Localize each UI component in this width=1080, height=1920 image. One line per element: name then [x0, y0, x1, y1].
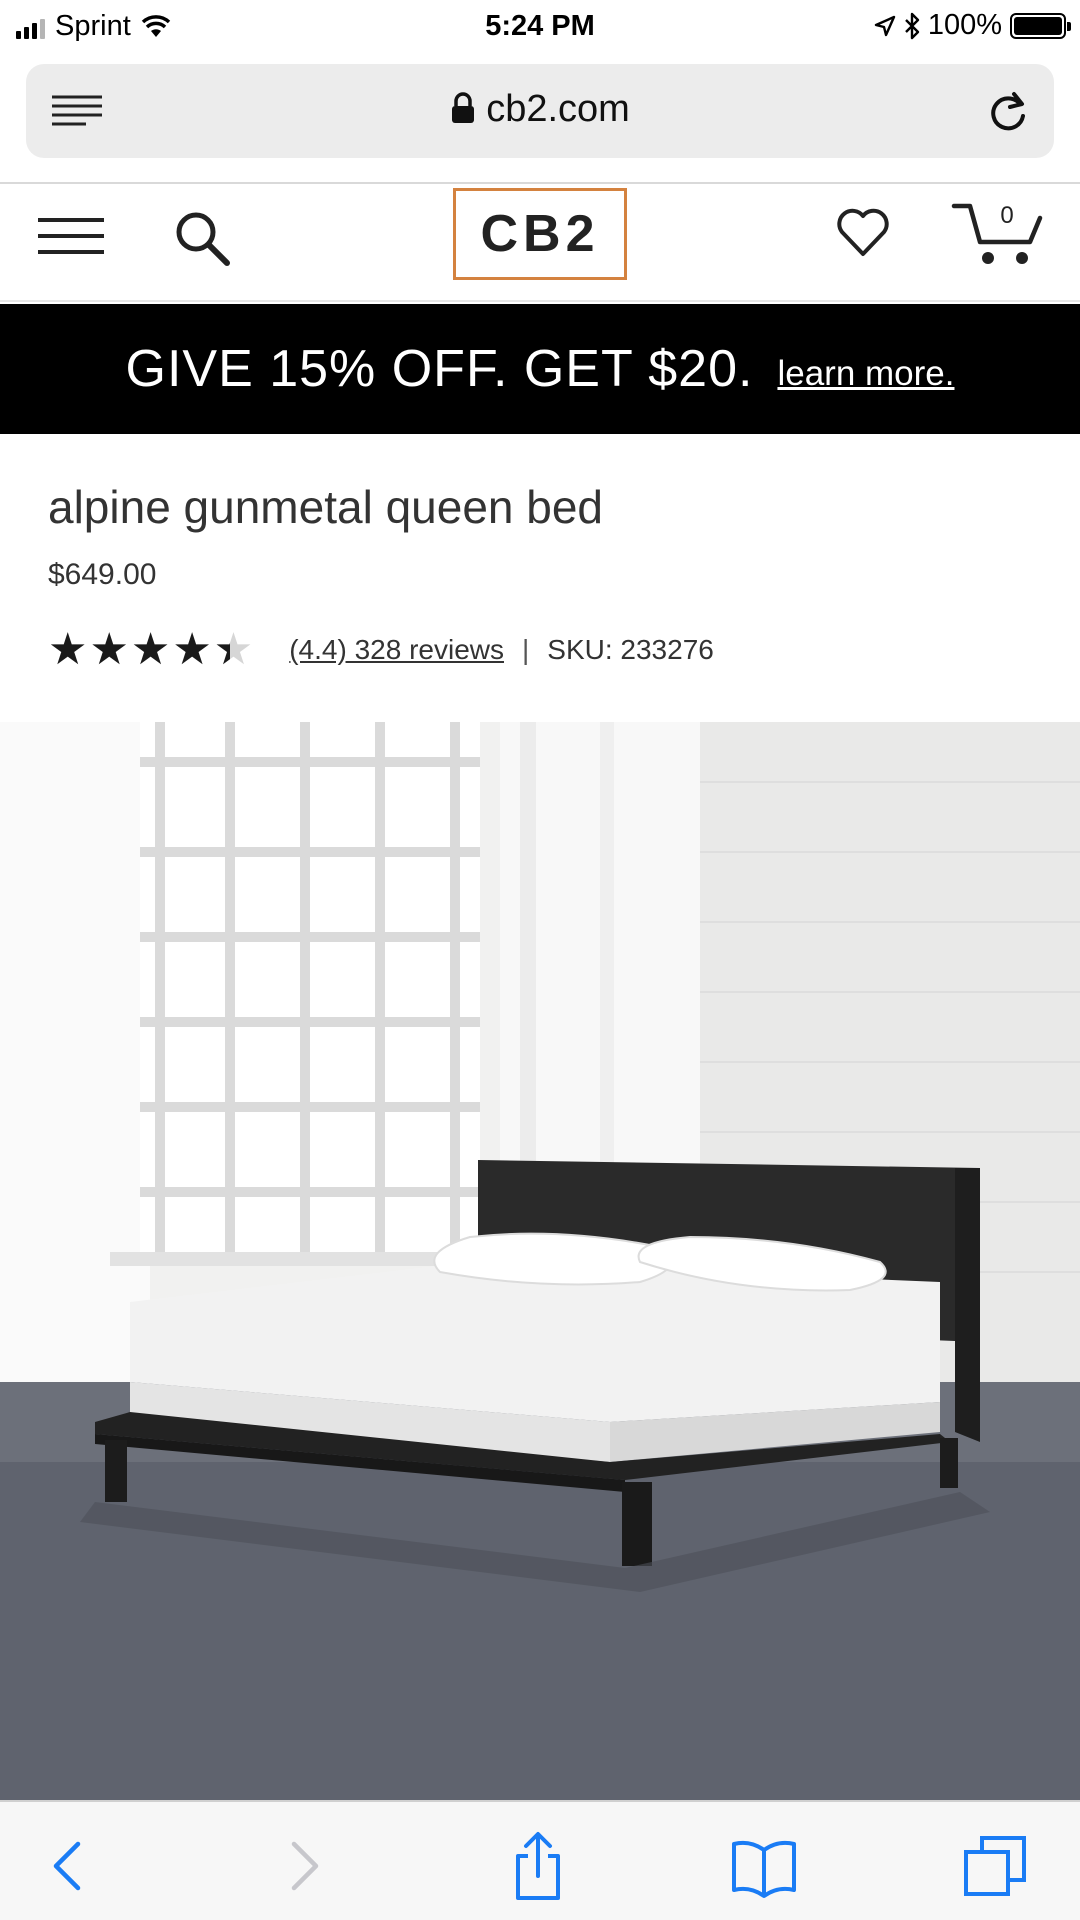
- product-sku: SKU: 233276: [547, 634, 714, 665]
- lock-icon: [452, 92, 475, 123]
- back-icon[interactable]: [34, 1830, 106, 1902]
- star-rating-filled-icon: ★★★★★: [48, 630, 230, 670]
- header-divider: [0, 182, 1080, 184]
- forward-icon[interactable]: [266, 1830, 338, 1902]
- learn-more-link[interactable]: learn more.: [777, 354, 954, 394]
- signal-icon: [16, 15, 45, 39]
- wifi-icon: [141, 14, 170, 37]
- reviews-link[interactable]: (4.4) 328 reviews: [289, 634, 504, 666]
- star-rating[interactable]: ★★★★★ ★★★★★: [48, 628, 255, 672]
- logo-text: CB2: [480, 205, 600, 263]
- nav-divider: [0, 300, 1080, 302]
- menu-icon[interactable]: [38, 216, 104, 256]
- promo-banner[interactable]: GIVE 15% OFF. GET $20. learn more.: [0, 304, 1080, 434]
- battery-percent: 100%: [927, 9, 1002, 41]
- bookmarks-icon[interactable]: [728, 1830, 800, 1902]
- search-icon[interactable]: [172, 208, 232, 268]
- location-icon: [874, 15, 896, 36]
- product-price: $649.00: [48, 558, 157, 591]
- product-title: alpine gunmetal queen bed: [48, 481, 604, 533]
- url-display[interactable]: cb2.com: [26, 88, 1054, 131]
- battery-icon: [1010, 12, 1071, 39]
- tabs-icon[interactable]: [960, 1830, 1032, 1902]
- bluetooth-icon: [904, 12, 920, 39]
- heart-icon[interactable]: [834, 204, 892, 262]
- share-icon[interactable]: [502, 1830, 574, 1902]
- url-text: cb2.com: [486, 88, 630, 130]
- rating-row: ★★★★★ ★★★★★ (4.4) 328 reviews | SKU: 233…: [48, 628, 714, 672]
- carrier-name: Sprint: [55, 10, 131, 42]
- separator: |: [522, 634, 530, 665]
- reload-icon[interactable]: [984, 88, 1032, 136]
- status-left: Sprint: [16, 10, 171, 43]
- site-header: CB2 0: [0, 186, 1080, 302]
- cb2-logo[interactable]: CB2: [453, 188, 627, 280]
- browser-toolbar: [0, 1800, 1080, 1920]
- status-right: 100%: [874, 9, 1071, 42]
- promo-text: GIVE 15% OFF. GET $20.: [125, 340, 754, 398]
- url-bar[interactable]: cb2.com: [26, 64, 1054, 158]
- cart-count: 0: [1000, 202, 1014, 229]
- status-bar: Sprint 5:24 PM 100%: [0, 0, 1080, 58]
- product-photo-bed: [0, 722, 1080, 1802]
- product-image[interactable]: [0, 722, 1080, 1802]
